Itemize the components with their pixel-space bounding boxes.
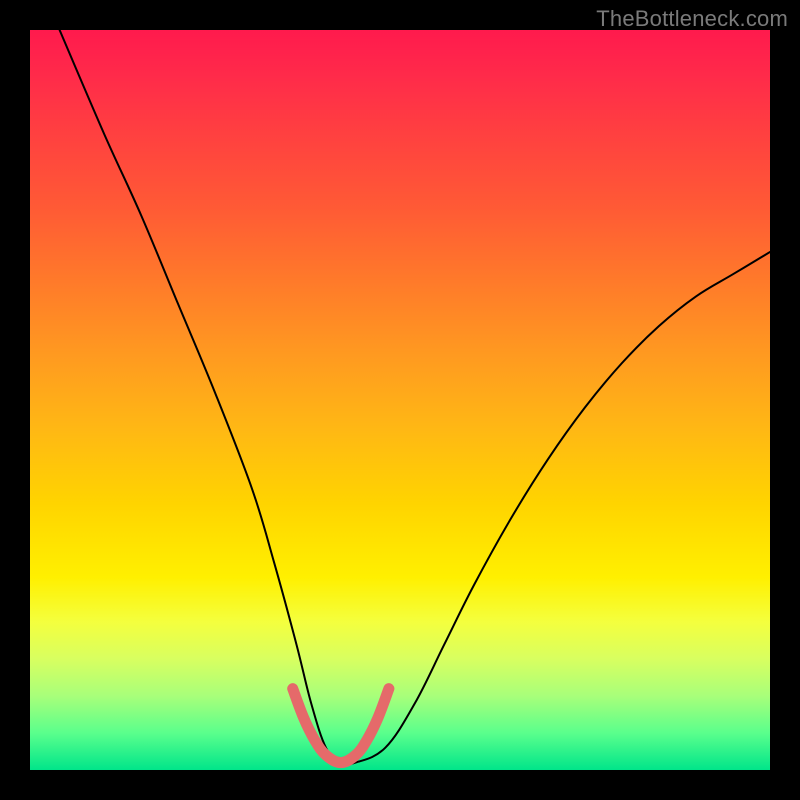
plot-area: [30, 30, 770, 770]
notch-highlight: [293, 689, 389, 763]
curve-layer: [30, 30, 770, 770]
chart-frame: TheBottleneck.com: [0, 0, 800, 800]
watermark-text: TheBottleneck.com: [596, 6, 788, 32]
bottleneck-curve: [60, 30, 770, 765]
